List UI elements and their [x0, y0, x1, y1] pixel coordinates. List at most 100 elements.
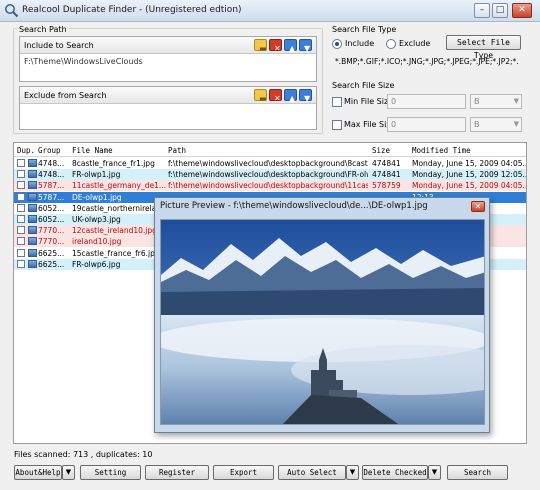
row-checkbox[interactable]	[17, 159, 25, 167]
preview-image	[160, 219, 485, 425]
max-size-checkbox[interactable]	[332, 120, 342, 130]
window-title: Realcool Duplicate Finder - (Unregistere…	[22, 5, 242, 15]
down-arrow-icon: ▼	[304, 44, 311, 53]
status-text: Files scanned: 713 , duplicates: 10	[14, 450, 153, 459]
include-up-button[interactable]: ▲	[284, 39, 297, 53]
col-modified-time[interactable]: Modified Time	[412, 146, 471, 155]
table-row[interactable]: 4748... FR-olwp1.jpg f:\theme\windowslivec…	[14, 169, 526, 181]
min-size-input[interactable]: 0	[387, 94, 466, 109]
include-folder-button[interactable]: ▬	[254, 39, 267, 53]
exclude-folder-button[interactable]: ▬	[254, 89, 267, 103]
castle-photo	[161, 220, 484, 424]
exclude-delete-button[interactable]: ✕	[269, 89, 282, 103]
file-type-label: Search File Type	[332, 25, 397, 34]
table-row[interactable]: 5787... 11castle_germany_de1... f:\theme\w…	[14, 180, 526, 192]
cell-name: 15castle_france_fr6.jpg	[72, 248, 160, 258]
file-image-icon	[28, 248, 37, 257]
col-group[interactable]: Group	[38, 146, 61, 155]
exclude-label: Exclude from Search	[24, 91, 107, 100]
maximize-icon: □	[495, 5, 505, 15]
cell-group: 6052...	[38, 203, 65, 213]
cell-name: ireland10.jpg	[72, 237, 122, 247]
max-size-input[interactable]: 0	[387, 117, 466, 132]
cell-path: f:\theme\windowslivecloud\desktopbackgro…	[168, 159, 368, 168]
min-size-checkbox[interactable]	[332, 97, 342, 107]
delete-checked-button[interactable]: Delete Checked	[362, 465, 428, 480]
search-button[interactable]: Search	[447, 465, 508, 480]
close-button[interactable]: ✕	[512, 3, 532, 18]
export-button[interactable]: Export	[213, 465, 274, 480]
exclude-header: Exclude from Search ▬ ✕ ▲ ▼	[20, 87, 316, 104]
cell-name: 11castle_germany_de1...	[72, 181, 166, 191]
cell-name: 12castle_ireland10.jpg	[72, 226, 157, 236]
include-label: Include to Search	[24, 41, 94, 50]
about-help-button[interactable]: About&Help	[14, 465, 62, 480]
dropdown-arrow-icon: ▼	[431, 468, 438, 476]
file-image-icon	[28, 215, 37, 223]
preview-title: Picture Preview - f:\theme\windowslivecl…	[160, 201, 428, 211]
col-dup[interactable]: Dup.	[17, 146, 35, 155]
file-image-icon	[28, 259, 37, 268]
file-image-icon	[28, 203, 37, 212]
max-size-unit-select[interactable]: B ▼	[470, 117, 522, 132]
file-image-icon	[28, 170, 37, 179]
exclude-panel: Exclude from Search ▬ ✕ ▲ ▼	[19, 86, 317, 130]
title-bar: Realcool Duplicate Finder - (Unregistere…	[0, 0, 540, 22]
dropdown-arrow-icon: ▼	[513, 97, 519, 105]
picture-preview-window[interactable]: Picture Preview - f:\theme\windowslivecl…	[154, 197, 490, 433]
file-image-icon	[28, 181, 37, 190]
col-path[interactable]: Path	[168, 146, 186, 155]
row-checkbox[interactable]	[17, 181, 25, 190]
col-size[interactable]: Size	[372, 146, 390, 155]
file-image-icon	[28, 159, 37, 167]
cell-group: 6625...	[38, 259, 65, 269]
cell-time: Monday, June 15, 2009 04:05...	[412, 181, 526, 191]
row-checkbox[interactable]	[17, 259, 25, 268]
minimize-button[interactable]: –	[474, 3, 490, 18]
register-button[interactable]: Register	[145, 465, 209, 480]
row-checkbox[interactable]	[17, 237, 25, 246]
delete-icon: ✕	[274, 44, 281, 53]
table-header: Dup. Group File Name Path Size Modified …	[14, 143, 526, 157]
include-delete-button[interactable]: ✕	[269, 39, 282, 53]
auto-select-button[interactable]: Auto Select	[278, 465, 346, 480]
cell-time: Monday, June 15, 2009 12:05...	[412, 170, 526, 180]
auto-select-dropdown[interactable]: ▼	[346, 465, 359, 480]
row-checkbox[interactable]	[17, 248, 25, 257]
close-icon: ✕	[474, 202, 482, 211]
folder-icon: ▬	[259, 94, 267, 103]
exclude-up-button[interactable]: ▲	[284, 89, 297, 103]
exclude-radio[interactable]	[386, 39, 396, 49]
row-checkbox[interactable]	[17, 215, 25, 223]
include-down-button[interactable]: ▼	[299, 39, 312, 53]
row-checkbox[interactable]	[17, 226, 25, 235]
min-size-unit-select[interactable]: B ▼	[470, 94, 522, 109]
down-arrow-icon: ▼	[304, 94, 311, 103]
include-header: Include to Search ▬ ✕ ▲ ▼	[20, 37, 316, 54]
cell-group: 4748...	[38, 159, 65, 168]
about-help-dropdown[interactable]: ▼	[62, 465, 75, 480]
dropdown-arrow-icon: ▼	[65, 468, 72, 476]
setting-button[interactable]: Setting	[80, 465, 141, 480]
include-radio[interactable]	[332, 39, 342, 49]
preview-close-button[interactable]: ✕	[471, 201, 485, 212]
minimize-icon: –	[479, 5, 485, 15]
col-file-name[interactable]: File Name	[72, 146, 113, 155]
cell-group: 7770...	[38, 237, 65, 247]
table-row[interactable]: 4748... 8castle_france_fr1.jpg f:\theme\wi…	[14, 158, 526, 169]
min-size-unit-value: B	[474, 97, 480, 106]
row-checkbox[interactable]	[17, 192, 25, 201]
exclude-radio-label: Exclude	[399, 39, 431, 48]
file-image-icon	[28, 192, 37, 201]
maximize-button[interactable]: □	[492, 3, 508, 18]
delete-checked-dropdown[interactable]: ▼	[428, 465, 441, 480]
file-image-icon	[28, 226, 37, 235]
cell-time: Monday, June 15, 2009 04:05...	[412, 159, 526, 168]
select-file-type-button[interactable]: Select File Type	[446, 35, 521, 60]
include-radio-label: Include	[345, 39, 375, 48]
include-path-item[interactable]: F:\Theme\WindowsLiveClouds	[24, 57, 143, 66]
exclude-down-button[interactable]: ▼	[299, 89, 312, 103]
up-arrow-icon: ▲	[289, 44, 296, 53]
row-checkbox[interactable]	[17, 203, 25, 212]
row-checkbox[interactable]	[17, 170, 25, 179]
